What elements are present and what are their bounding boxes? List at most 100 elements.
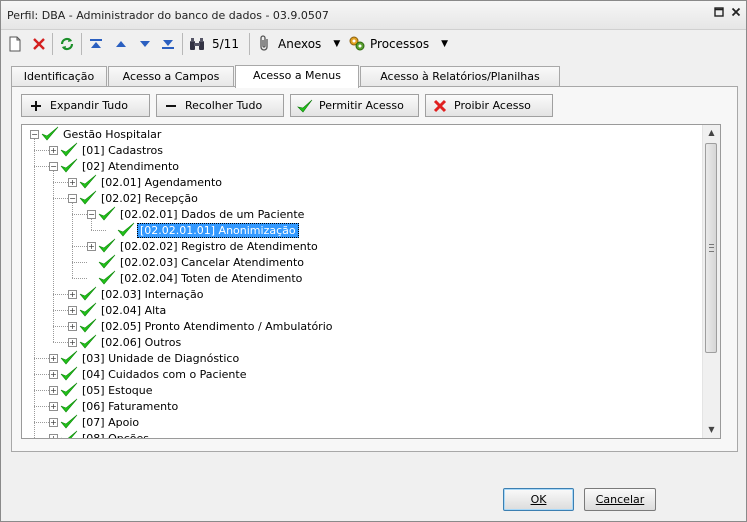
tree-node[interactable]: + [02.05] Pronto Atendimento / Ambulatóri…: [68, 318, 335, 334]
collapse-toggle-icon[interactable]: −: [87, 209, 96, 219]
ok-label: OK: [530, 493, 547, 506]
collapse-toggle-icon[interactable]: −: [49, 161, 58, 171]
tree-connector-line: [53, 342, 68, 343]
tree-connector: [106, 226, 115, 235]
tree-node[interactable]: − [02.02.01] Dados de um Paciente: [87, 206, 306, 222]
processes-button[interactable]: Processos ▼: [348, 34, 448, 54]
checkmark-icon[interactable]: [79, 174, 97, 190]
expand-all-button[interactable]: Expandir Tudo: [21, 94, 150, 117]
expand-toggle-icon[interactable]: +: [49, 145, 58, 155]
expand-toggle-icon[interactable]: +: [68, 337, 77, 347]
tree-node[interactable]: − [02] Atendimento: [49, 158, 181, 174]
checkmark-icon[interactable]: [79, 302, 97, 318]
collapse-all-button[interactable]: Recolher Tudo: [156, 94, 284, 117]
tree-connector-line: [34, 166, 49, 167]
tree-connector-line: [53, 294, 68, 295]
tree-node[interactable]: + [03] Unidade de Diagnóstico: [49, 350, 241, 366]
tree-connector-line: [34, 138, 35, 438]
tree-node[interactable]: + [04] Cuidados com o Paciente: [49, 366, 248, 382]
expand-toggle-icon[interactable]: +: [49, 369, 58, 379]
tree-node-label: [08] Opções: [82, 431, 149, 439]
tree-node[interactable]: [02.02.04] Toten de Atendimento: [87, 270, 304, 286]
allow-access-button[interactable]: Permitir Acesso: [290, 94, 419, 117]
checkmark-icon[interactable]: [79, 318, 97, 334]
checkmark-icon[interactable]: [60, 350, 78, 366]
close-icon[interactable]: [729, 7, 743, 21]
attachments-button[interactable]: Anexos ▼: [258, 34, 340, 54]
tab-acesso-menus[interactable]: Acesso a Menus: [235, 65, 359, 88]
tree-node[interactable]: + [02.02.02] Registro de Atendimento: [87, 238, 320, 254]
expand-toggle-icon[interactable]: +: [68, 177, 77, 187]
tree-node[interactable]: + [02.06] Outros: [68, 334, 183, 350]
tab-acesso-campos[interactable]: Acesso a Campos: [108, 66, 234, 86]
checkmark-icon[interactable]: [60, 430, 78, 438]
tree-node[interactable]: + [08] Opções: [49, 430, 151, 439]
checkmark-icon[interactable]: [98, 238, 116, 254]
tree-node[interactable]: − Gestão Hospitalar: [30, 126, 163, 142]
checkmark-icon[interactable]: [79, 334, 97, 350]
next-record-icon[interactable]: [138, 34, 152, 54]
tree-node[interactable]: − [02.02] Recepção: [68, 190, 200, 206]
tree-node[interactable]: + [07] Apoio: [49, 414, 141, 430]
tree-node[interactable]: + [06] Faturamento: [49, 398, 180, 414]
ok-button[interactable]: OK: [503, 488, 574, 511]
binoculars-icon[interactable]: [189, 34, 205, 54]
tree-node-label: [01] Cadastros: [82, 143, 164, 157]
checkmark-icon[interactable]: [60, 414, 78, 430]
window-title: Perfil: DBA - Administrador do banco de …: [7, 9, 329, 22]
collapse-toggle-icon[interactable]: −: [68, 193, 77, 203]
expand-toggle-icon[interactable]: +: [49, 417, 58, 427]
tree-node-label: [02] Atendimento: [82, 159, 179, 173]
expand-toggle-icon[interactable]: +: [68, 289, 77, 299]
expand-toggle-icon[interactable]: +: [49, 353, 58, 363]
tree-node[interactable]: + [02.01] Agendamento: [68, 174, 224, 190]
tab-identificacao[interactable]: Identificação: [11, 66, 107, 86]
expand-toggle-icon[interactable]: +: [49, 385, 58, 395]
deny-access-button[interactable]: Proibir Acesso: [425, 94, 553, 117]
checkmark-icon[interactable]: [79, 190, 97, 206]
collapse-toggle-icon[interactable]: −: [30, 129, 39, 139]
scroll-thumb[interactable]: [705, 143, 717, 353]
tree-node-label: [02.02.02] Registro de Atendimento: [120, 239, 318, 253]
tree-node[interactable]: + [02.03] Internação: [68, 286, 205, 302]
tree-node[interactable]: + [01] Cadastros: [49, 142, 165, 158]
cancel-button[interactable]: Cancelar: [584, 488, 656, 511]
checkmark-icon[interactable]: [41, 126, 59, 142]
vertical-scrollbar[interactable]: ▲ ▼: [702, 125, 720, 438]
tree-node-label: [02.04] Alta: [101, 303, 167, 317]
checkmark-icon[interactable]: [117, 222, 135, 238]
checkmark-icon[interactable]: [79, 286, 97, 302]
checkmark-icon[interactable]: [98, 254, 116, 270]
checkmark-icon[interactable]: [60, 382, 78, 398]
checkmark-icon[interactable]: [98, 270, 116, 286]
tree-node[interactable]: [02.02.03] Cancelar Atendimento: [87, 254, 306, 270]
restore-icon[interactable]: [712, 7, 726, 21]
expand-toggle-icon[interactable]: +: [49, 401, 58, 411]
first-record-icon[interactable]: [89, 34, 103, 54]
new-document-icon[interactable]: [8, 34, 22, 54]
checkmark-icon[interactable]: [60, 158, 78, 174]
expand-toggle-icon[interactable]: +: [49, 433, 58, 438]
tree-node-label: [02.02] Recepção: [101, 191, 198, 205]
checkmark-icon[interactable]: [60, 366, 78, 382]
tab-acesso-relatorios[interactable]: Acesso à Relatórios/Planilhas: [360, 66, 560, 86]
refresh-icon[interactable]: [59, 34, 75, 54]
tree-node[interactable]: [02.02.01.01] Anonimização: [106, 222, 299, 238]
expand-toggle-icon[interactable]: +: [68, 305, 77, 315]
expand-toggle-icon[interactable]: +: [68, 321, 77, 331]
checkmark-icon[interactable]: [98, 206, 116, 222]
last-record-icon[interactable]: [161, 34, 175, 54]
tree-node[interactable]: + [02.04] Alta: [68, 302, 168, 318]
tree-connector-line: [91, 230, 106, 231]
tree-node[interactable]: + [05] Estoque: [49, 382, 155, 398]
delete-icon[interactable]: [32, 34, 46, 54]
tree-node-label: [06] Faturamento: [82, 399, 179, 413]
previous-record-icon[interactable]: [114, 34, 128, 54]
expand-toggle-icon[interactable]: +: [87, 241, 96, 251]
tree-node-label: [07] Apoio: [82, 415, 140, 429]
checkmark-icon[interactable]: [60, 142, 78, 158]
scroll-up-icon[interactable]: ▲: [703, 125, 720, 141]
menu-tree[interactable]: − Gestão Hospitalar + [01] Cadastros − [02] A…: [21, 124, 721, 439]
checkmark-icon[interactable]: [60, 398, 78, 414]
scroll-down-icon[interactable]: ▼: [703, 422, 720, 438]
